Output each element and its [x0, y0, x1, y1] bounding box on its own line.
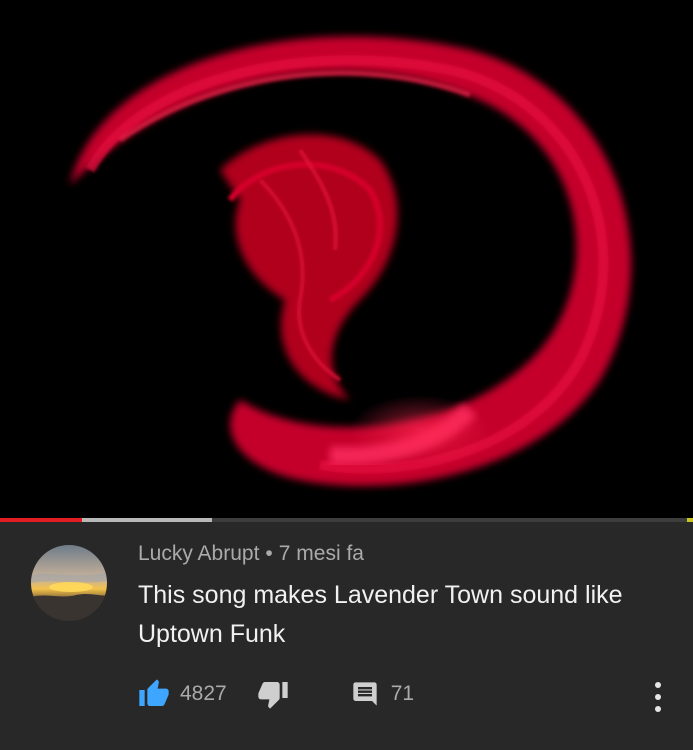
- comment-author[interactable]: Lucky Abrupt: [138, 542, 259, 565]
- comment-icon[interactable]: [351, 680, 379, 708]
- thumbs-up-icon[interactable]: [138, 678, 170, 710]
- comment-item: Lucky Abrupt • 7 mesi fa This song makes L…: [0, 522, 693, 750]
- avatar[interactable]: [31, 545, 107, 621]
- comment-time: 7 mesi fa: [278, 542, 364, 565]
- more-dot: [655, 682, 661, 688]
- video-player[interactable]: [0, 0, 693, 518]
- comment-meta: Lucky Abrupt • 7 mesi fa: [138, 542, 364, 566]
- video-frame-image: [0, 0, 693, 518]
- meta-separator: •: [265, 542, 273, 565]
- comment-text: This song makes Lavender Town sound like…: [138, 581, 623, 648]
- thumbs-down-icon[interactable]: [257, 678, 289, 710]
- like-count: 4827: [180, 682, 227, 705]
- more-dot: [655, 694, 661, 700]
- more-vertical-icon[interactable]: [653, 682, 663, 712]
- reply-count[interactable]: 71: [391, 682, 414, 706]
- comment-actions: 4827 71: [138, 677, 414, 711]
- more-dot: [655, 706, 661, 712]
